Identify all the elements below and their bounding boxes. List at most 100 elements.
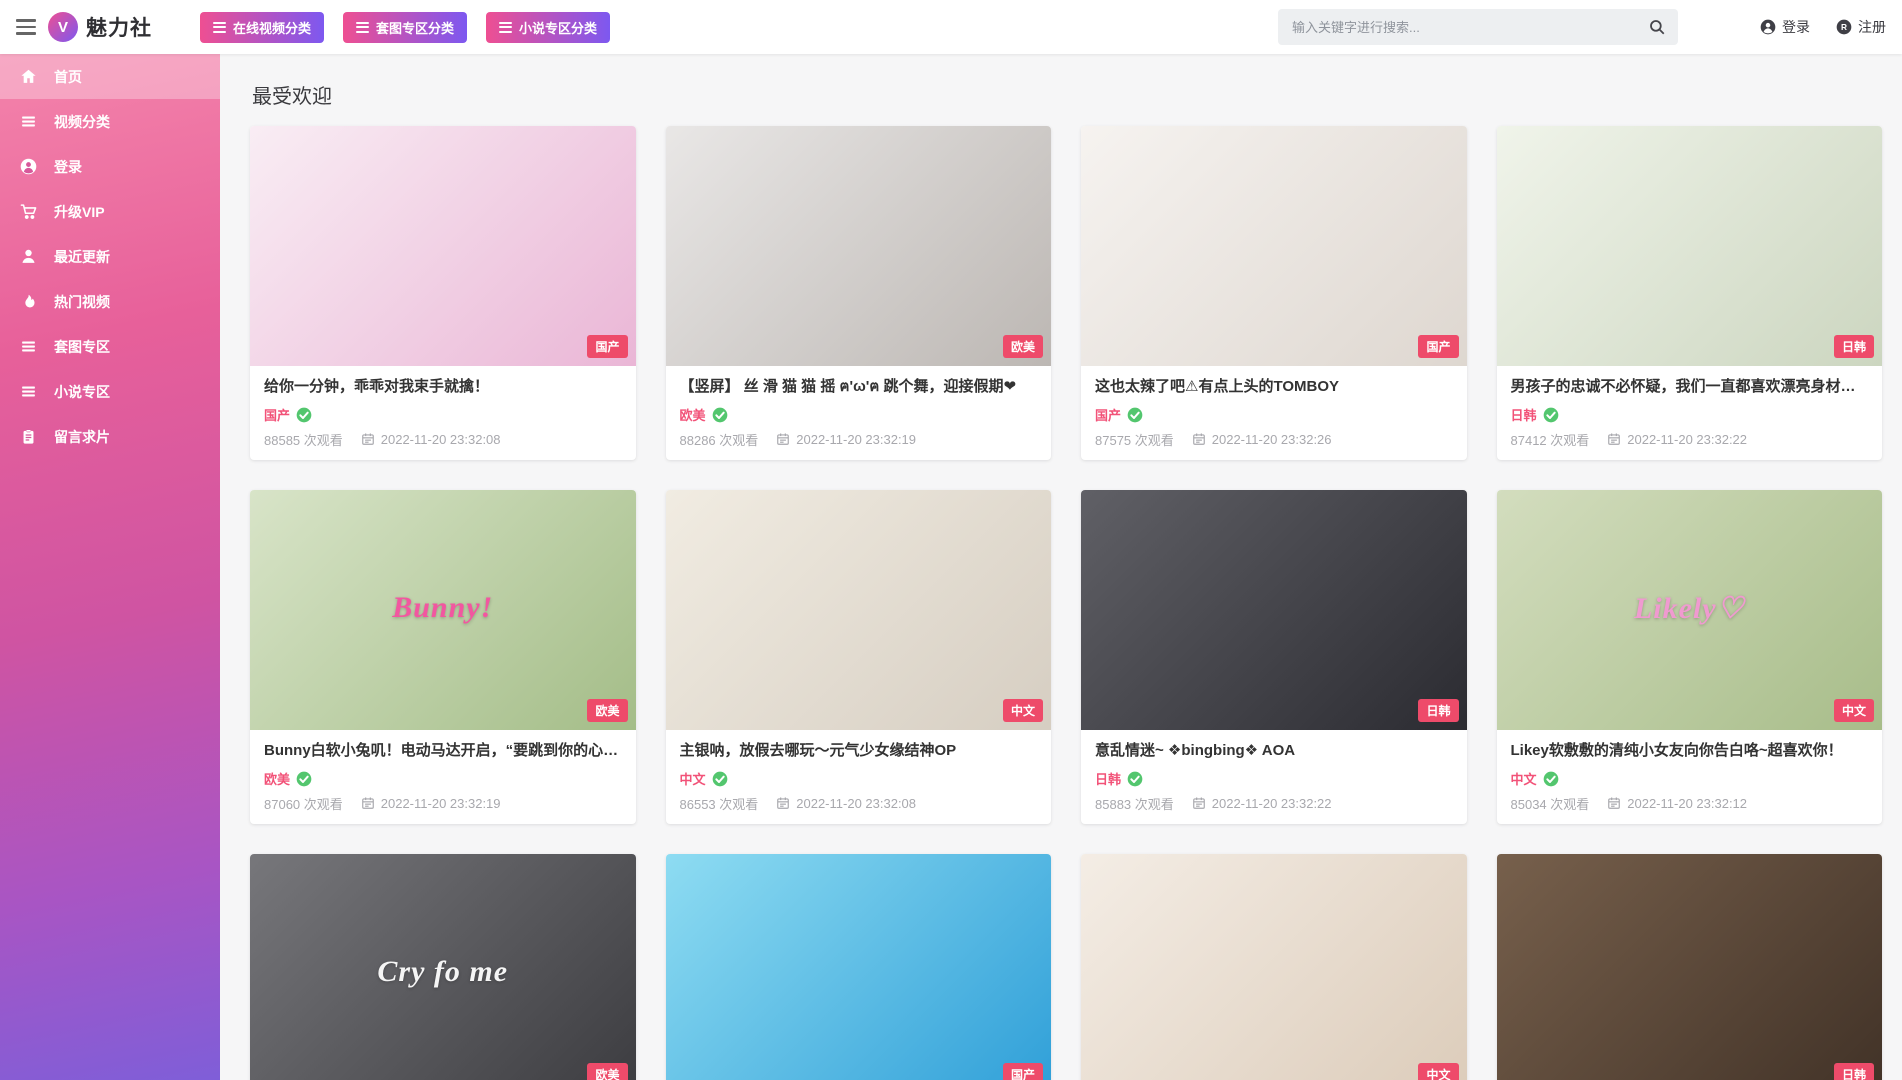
video-thumbnail[interactable]: 中文 bbox=[666, 490, 1052, 730]
list-icon bbox=[18, 338, 38, 355]
home-icon bbox=[18, 68, 38, 85]
video-meta: 86553 次观看 2022-11-20 23:32:08 bbox=[680, 795, 1038, 811]
video-card[interactable]: 国产 这也太辣了吧⚠有点上头的TOMBOY 国产 87575 次观看 bbox=[1081, 126, 1467, 460]
sidebar-item-热门视频[interactable]: 热门视频 bbox=[0, 279, 220, 324]
upload-date: 2022-11-20 23:32:19 bbox=[796, 432, 916, 447]
video-title[interactable]: Bunny白软小兔叽！电动马达开启，“要跳到你的心里啦~❤” bbox=[264, 741, 622, 761]
video-thumbnail[interactable]: 日韩 bbox=[1497, 126, 1883, 366]
calendar-icon bbox=[361, 796, 375, 810]
upload-date: 2022-11-20 23:32:08 bbox=[381, 432, 501, 447]
video-thumbnail[interactable]: 国产 bbox=[1081, 126, 1467, 366]
calendar-icon bbox=[776, 796, 790, 810]
video-card[interactable]: 国产 bbox=[666, 854, 1052, 1080]
view-count: 85883 次观看 bbox=[1095, 794, 1174, 813]
list-icon bbox=[356, 22, 369, 33]
video-title[interactable]: 主银呐，放假去哪玩～元气少女缘结神OP bbox=[680, 741, 1038, 761]
category-tag[interactable]: 国产 bbox=[1095, 405, 1121, 424]
video-card[interactable]: 日韩 bbox=[1497, 854, 1883, 1080]
category-tag[interactable]: 国产 bbox=[264, 405, 290, 424]
video-title[interactable]: Likey软敷敷的清纯小女友向你告白咯~超喜欢你！ bbox=[1511, 741, 1869, 761]
category-badge: 日韩 bbox=[1834, 335, 1874, 358]
verified-icon bbox=[1543, 407, 1559, 423]
category-tag[interactable]: 欧美 bbox=[264, 769, 290, 788]
video-thumbnail[interactable]: 欧美 bbox=[666, 126, 1052, 366]
video-card[interactable]: 日韩 男孩子的忠诚不必怀疑，我们一直都喜欢漂亮身材还贼好的... 日韩 8741… bbox=[1497, 126, 1883, 460]
video-thumbnail[interactable]: 日韩 bbox=[1497, 854, 1883, 1080]
main-content: 最受欢迎 国产 给你一分钟，乖乖对我束手就擒！ 国产 88585 次观看 bbox=[220, 0, 1902, 1080]
header-category-button[interactable]: 在线视频分类 bbox=[200, 12, 324, 43]
video-title[interactable]: 【竖屏】 丝 滑 猫 猫 摇 ฅ'ω'ฅ 跳个舞，迎接假期❤ bbox=[680, 377, 1038, 397]
upload-date: 2022-11-20 23:32:12 bbox=[1627, 796, 1747, 811]
video-title[interactable]: 给你一分钟，乖乖对我束手就擒！ bbox=[264, 377, 622, 397]
category-badge: 中文 bbox=[1418, 1063, 1458, 1080]
register-link[interactable]: R 注册 bbox=[1836, 17, 1886, 37]
video-title[interactable]: 男孩子的忠诚不必怀疑，我们一直都喜欢漂亮身材还贼好的... bbox=[1511, 377, 1869, 397]
category-tag[interactable]: 中文 bbox=[1511, 769, 1537, 788]
header-category-button[interactable]: 小说专区分类 bbox=[486, 12, 610, 43]
upload-date: 2022-11-20 23:32:22 bbox=[1212, 796, 1332, 811]
category-tag[interactable]: 中文 bbox=[680, 769, 706, 788]
site-logo[interactable]: V 魅力社 bbox=[48, 12, 152, 42]
site-title: 魅力社 bbox=[86, 12, 152, 42]
list-icon bbox=[18, 383, 38, 400]
video-card[interactable]: 中文 bbox=[1081, 854, 1467, 1080]
video-thumbnail[interactable]: 日韩 bbox=[1081, 490, 1467, 730]
calendar-icon bbox=[1607, 796, 1621, 810]
fire-icon bbox=[18, 293, 38, 310]
video-thumbnail[interactable]: Bunny! 欧美 bbox=[250, 490, 636, 730]
video-title[interactable]: 这也太辣了吧⚠有点上头的TOMBOY bbox=[1095, 377, 1453, 397]
search-box bbox=[1278, 9, 1678, 45]
upload-date: 2022-11-20 23:32:22 bbox=[1627, 432, 1747, 447]
search-icon[interactable] bbox=[1642, 12, 1672, 42]
upload-date: 2022-11-20 23:32:08 bbox=[796, 796, 916, 811]
app-header: V 魅力社 在线视频分类 套图专区分类 小说专区分类 bbox=[0, 0, 1902, 54]
category-tag[interactable]: 日韩 bbox=[1095, 769, 1121, 788]
search-input[interactable] bbox=[1278, 9, 1678, 45]
video-card[interactable]: 国产 给你一分钟，乖乖对我束手就擒！ 国产 88585 次观看 bbox=[250, 126, 636, 460]
video-thumbnail[interactable]: 国产 bbox=[250, 126, 636, 366]
sidebar-item-小说专区[interactable]: 小说专区 bbox=[0, 369, 220, 414]
verified-icon bbox=[296, 771, 312, 787]
sidebar-item-label: 视频分类 bbox=[54, 112, 110, 132]
video-thumbnail[interactable]: Cry fo me 欧美 bbox=[250, 854, 636, 1080]
verified-icon bbox=[712, 407, 728, 423]
sidebar-item-留言求片[interactable]: 留言求片 bbox=[0, 414, 220, 459]
sidebar-item-label: 升级VIP bbox=[54, 202, 105, 222]
list-icon bbox=[18, 113, 38, 130]
sidebar-item-label: 小说专区 bbox=[54, 382, 110, 402]
category-tag[interactable]: 日韩 bbox=[1511, 405, 1537, 424]
calendar-icon bbox=[1192, 432, 1206, 446]
sidebar-item-套图专区[interactable]: 套图专区 bbox=[0, 324, 220, 369]
section-title: 最受欢迎 bbox=[252, 80, 1882, 109]
login-link[interactable]: 登录 bbox=[1760, 17, 1810, 37]
sidebar-item-label: 最近更新 bbox=[54, 247, 110, 267]
video-meta: 87060 次观看 2022-11-20 23:32:19 bbox=[264, 795, 622, 811]
video-meta: 88585 次观看 2022-11-20 23:32:08 bbox=[264, 431, 622, 447]
video-thumbnail[interactable]: Likely♡ 中文 bbox=[1497, 490, 1883, 730]
video-card[interactable]: 欧美 【竖屏】 丝 滑 猫 猫 摇 ฅ'ω'ฅ 跳个舞，迎接假期❤ 欧美 882… bbox=[666, 126, 1052, 460]
header-category-button[interactable]: 套图专区分类 bbox=[343, 12, 467, 43]
menu-icon[interactable] bbox=[16, 19, 36, 35]
view-count: 87412 次观看 bbox=[1511, 430, 1590, 449]
sidebar-item-首页[interactable]: 首页 bbox=[0, 54, 220, 99]
category-tag[interactable]: 欧美 bbox=[680, 405, 706, 424]
video-card[interactable]: 日韩 意乱情迷~ ❖bingbing❖ AOA 日韩 85883 次观看 bbox=[1081, 490, 1467, 824]
sidebar-item-升级VIP[interactable]: 升级VIP bbox=[0, 189, 220, 234]
video-card[interactable]: Bunny! 欧美 Bunny白软小兔叽！电动马达开启，“要跳到你的心里啦~❤”… bbox=[250, 490, 636, 824]
sidebar-item-label: 登录 bbox=[54, 157, 82, 177]
video-title[interactable]: 意乱情迷~ ❖bingbing❖ AOA bbox=[1095, 741, 1453, 761]
video-thumbnail[interactable]: 国产 bbox=[666, 854, 1052, 1080]
sidebar-item-登录[interactable]: 登录 bbox=[0, 144, 220, 189]
list-icon bbox=[499, 22, 512, 33]
view-count: 88286 次观看 bbox=[680, 430, 759, 449]
video-card[interactable]: 中文 主银呐，放假去哪玩～元气少女缘结神OP 中文 86553 次观看 bbox=[666, 490, 1052, 824]
video-card[interactable]: Cry fo me 欧美 bbox=[250, 854, 636, 1080]
category-badge: 日韩 bbox=[1834, 1063, 1874, 1080]
video-card[interactable]: Likely♡ 中文 Likey软敷敷的清纯小女友向你告白咯~超喜欢你！ 中文 … bbox=[1497, 490, 1883, 824]
video-thumbnail[interactable]: 中文 bbox=[1081, 854, 1467, 1080]
sidebar-item-label: 留言求片 bbox=[54, 427, 110, 447]
category-badge: 中文 bbox=[1003, 699, 1043, 722]
thumbnail-overlay-text: Bunny! bbox=[250, 591, 636, 625]
sidebar-item-视频分类[interactable]: 视频分类 bbox=[0, 99, 220, 144]
sidebar-item-最近更新[interactable]: 最近更新 bbox=[0, 234, 220, 279]
